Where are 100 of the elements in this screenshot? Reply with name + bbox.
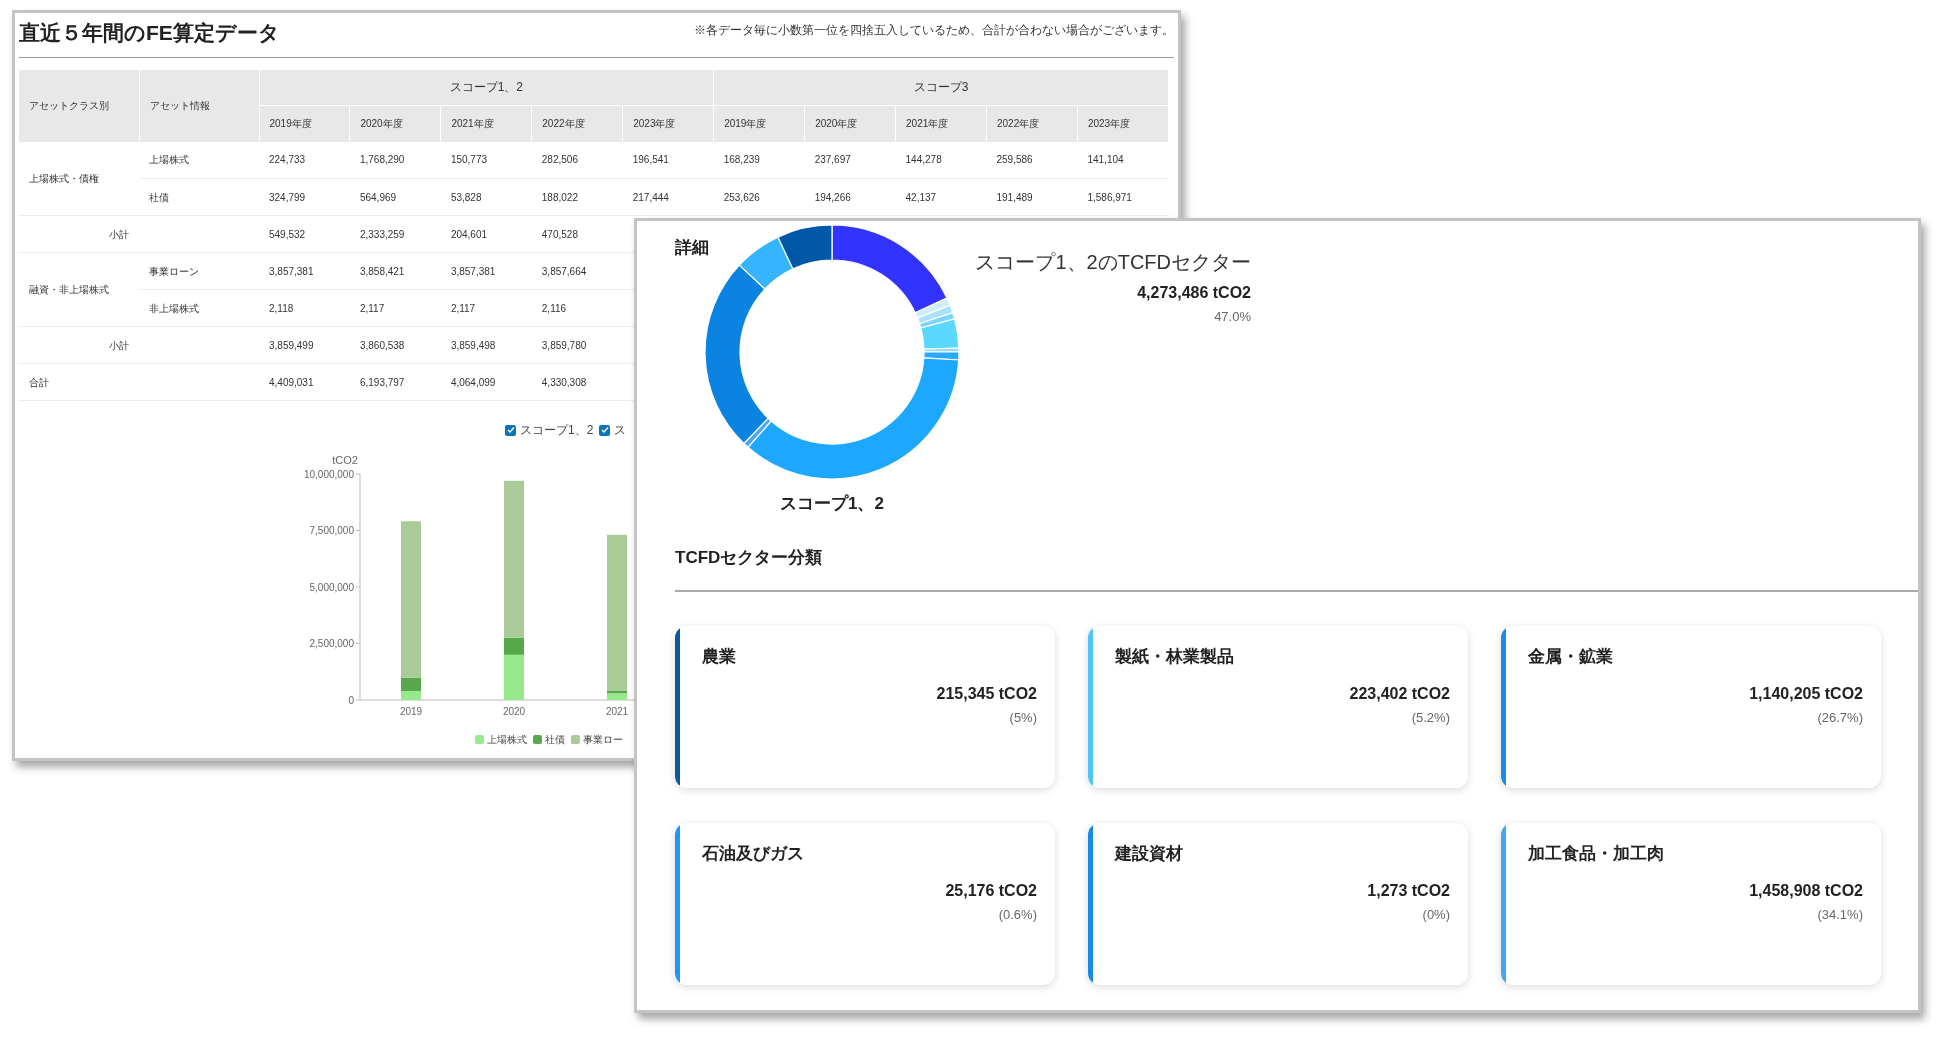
- table-cell: 196,541: [622, 141, 714, 179]
- table-cell: 上場株式・債権: [19, 141, 139, 216]
- column-header: 2022年度: [531, 105, 623, 142]
- card-value: 215,345 tCO2: [936, 683, 1037, 704]
- legend-label: 上場株式: [487, 733, 527, 747]
- tick-label: 2019: [399, 706, 423, 717]
- table-cell: 194,266: [804, 178, 896, 216]
- table-cell: 42,137: [895, 178, 987, 216]
- table-cell: 合計: [19, 363, 139, 401]
- table-cell: 4,330,308: [531, 363, 623, 401]
- card-title: 農業: [702, 646, 736, 668]
- column-header: スコープ1、2: [259, 69, 714, 106]
- table-cell: 2,333,259: [349, 215, 441, 253]
- table-cell: 224,733: [259, 141, 350, 179]
- table-cell: 4,409,031: [259, 363, 350, 401]
- table-cell: 2,117: [349, 289, 441, 327]
- column-header: スコープ3: [713, 69, 1169, 106]
- card-value: 1,140,205 tCO2: [1749, 683, 1863, 704]
- table-cell: 3,857,381: [440, 252, 532, 290]
- tick-label: 7,500,000: [309, 525, 354, 536]
- column-header: 2023年度: [622, 105, 714, 142]
- table-cell: 549,532: [259, 215, 350, 253]
- summary-share: 47.0%: [1214, 308, 1251, 326]
- table-cell: 470,528: [531, 215, 623, 253]
- table-cell: 259,586: [986, 141, 1078, 179]
- checkbox[interactable]: [599, 424, 611, 436]
- tick-label: 2021: [605, 706, 629, 717]
- table-cell: 53,828: [440, 178, 532, 216]
- subtotal-label: 小計: [109, 228, 129, 240]
- table-cell: 6,193,797: [349, 363, 441, 401]
- column-header: アセットクラス別: [19, 69, 139, 142]
- tick-label: 5,000,000: [309, 581, 354, 593]
- card-title: 建設資材: [1115, 843, 1183, 865]
- tick-label: 10,000,000: [303, 468, 354, 480]
- table-cell: 3,857,664: [531, 252, 623, 290]
- column-header: 2021年度: [440, 105, 532, 142]
- legend-label: ス: [614, 422, 627, 439]
- section-heading: TCFDセクター分類: [675, 547, 823, 567]
- card-value: 1,273 tCO2: [1367, 880, 1450, 901]
- bar-segment: [401, 690, 421, 700]
- subtotal-label: 小計: [109, 339, 129, 351]
- column-header: 2019年度: [259, 105, 350, 142]
- legend-label: スコープ1、2: [520, 422, 594, 439]
- checkmark-icon: [506, 426, 515, 434]
- footnote-text: ※各データ毎に小数第一位を四捨五入しているため、合計が合わない場合がございます。: [694, 21, 1174, 39]
- tick-label: 0: [348, 694, 354, 706]
- column-header: 2019年度: [713, 105, 805, 142]
- table-cell: 564,969: [349, 178, 441, 216]
- card-share: (26.7%): [1817, 708, 1863, 727]
- card-share: (5%): [1009, 708, 1037, 727]
- table-cell: 144,278: [895, 141, 987, 179]
- table-cell: 324,799: [259, 178, 350, 216]
- tick-label: 2,500,000: [309, 638, 354, 649]
- table-cell: 1,768,290: [349, 141, 441, 179]
- legend-label: 事業ロー: [583, 733, 623, 747]
- table-cell: 3,858,421: [349, 252, 441, 290]
- checkbox[interactable]: [505, 424, 516, 436]
- table-cell: 上場株式: [139, 141, 259, 179]
- table-cell: 188,022: [531, 178, 623, 216]
- table-cell: 融資・非上場株式: [19, 252, 139, 327]
- table-cell: 2,116: [531, 289, 623, 327]
- table-cell: 204,601: [440, 215, 532, 253]
- table-cell: 2,117: [440, 289, 532, 327]
- card-share: (34.1%): [1817, 905, 1863, 924]
- legend-label: 社債: [545, 733, 565, 747]
- column-header: アセット情報: [139, 69, 259, 142]
- column-header: 2020年度: [804, 105, 896, 142]
- card-title: 金属・鉱業: [1528, 646, 1613, 668]
- table-cell: 191,489: [986, 178, 1078, 216]
- table-cell: 3,859,498: [440, 326, 532, 364]
- card-value: 223,402 tCO2: [1349, 683, 1450, 704]
- column-header: 2020年度: [349, 105, 441, 142]
- table-cell: 3,860,538: [349, 326, 441, 364]
- table-cell: 141,104: [1077, 141, 1169, 179]
- table-cell: 事業ローン: [139, 252, 259, 290]
- table-cell: 237,697: [804, 141, 896, 179]
- column-header: 2023年度: [1077, 105, 1169, 142]
- table-cell: 3,859,499: [259, 326, 350, 364]
- table-cell: 168,239: [713, 141, 805, 179]
- card-value: 1,458,908 tCO2: [1749, 880, 1863, 901]
- table-cell: 217,444: [622, 178, 714, 216]
- table-cell: 社債: [139, 178, 259, 216]
- card-value: 25,176 tCO2: [945, 880, 1037, 901]
- table-cell: 3,859,780: [531, 326, 623, 364]
- table-cell: 253,626: [713, 178, 805, 216]
- table-cell: 1,586,971: [1077, 178, 1169, 216]
- table-cell: 4,064,099: [440, 363, 532, 401]
- card-share: (5.2%): [1411, 708, 1450, 727]
- axis-label: tCO2: [332, 454, 358, 466]
- checkmark-icon: [600, 426, 609, 434]
- card-share: (0%): [1422, 905, 1450, 924]
- column-header: 2022年度: [986, 105, 1078, 142]
- card-share: (0.6%): [998, 905, 1037, 924]
- card-title: 製紙・林業製品: [1115, 646, 1234, 668]
- card-title: 石油及びガス: [702, 843, 804, 865]
- section-heading: 詳細: [675, 237, 709, 259]
- chart-caption: スコープ1、2: [780, 493, 884, 515]
- table-cell: 2,118: [259, 289, 350, 327]
- summary-value: 4,273,486 tCO2: [1137, 283, 1251, 303]
- table-cell: 3,857,381: [259, 252, 350, 290]
